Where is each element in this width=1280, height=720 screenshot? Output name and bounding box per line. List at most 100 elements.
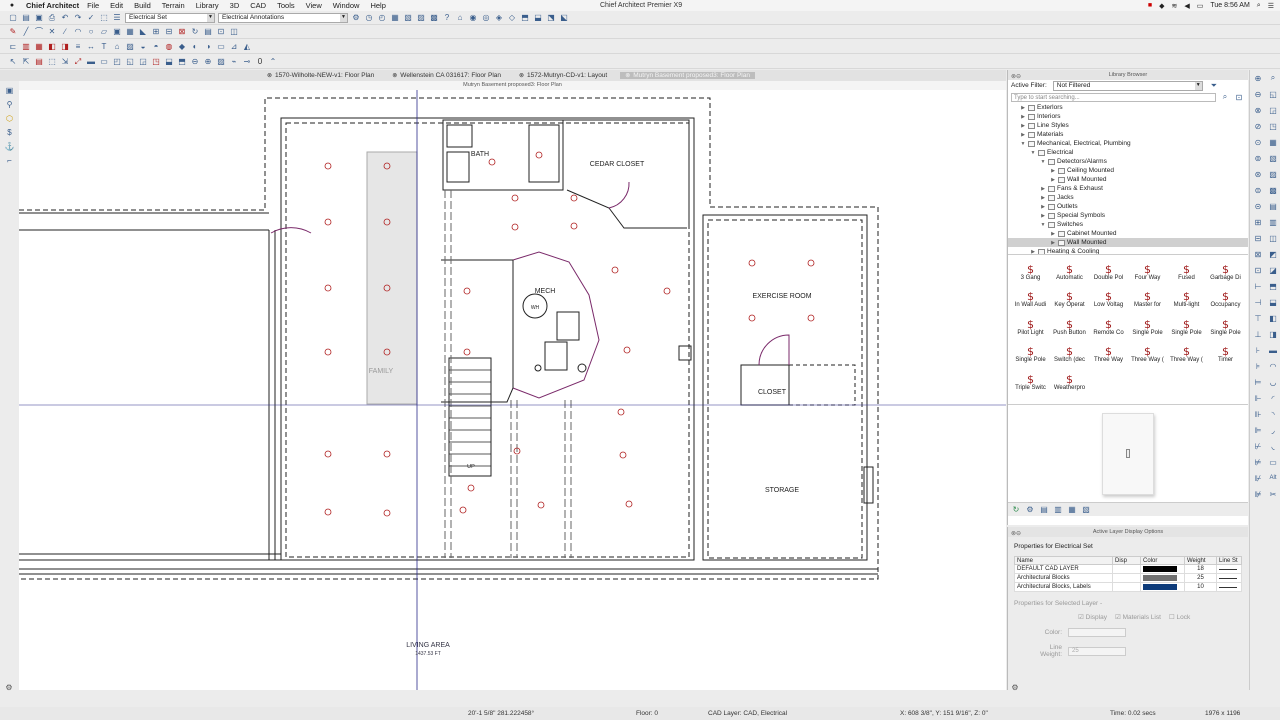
tree-item[interactable]: ▶ Outlets [1008, 202, 1248, 211]
tool-icon[interactable]: ◰ [112, 57, 122, 67]
drawing-canvas[interactable]: BATH CEDAR CLOSET MECH WH FAMILY EXERCIS… [19, 90, 1006, 690]
layer-color[interactable] [1140, 564, 1185, 574]
tool-icon[interactable]: ⬓ [164, 57, 174, 67]
cabinet-icon[interactable]: ▦ [34, 41, 44, 51]
lock-checkbox[interactable]: ☐ Lock [1169, 613, 1190, 621]
refresh-icon[interactable]: ↻ [190, 27, 200, 37]
tool-icon[interactable]: ⊞ [151, 27, 161, 37]
library-item[interactable]: $ Weatherpro [1050, 365, 1089, 393]
menu-file[interactable]: File [87, 1, 99, 10]
tool-icon[interactable]: ⊯ [1253, 489, 1263, 499]
menu-view[interactable]: View [306, 1, 322, 10]
open-icon[interactable]: ▤ [21, 13, 31, 23]
col-line-style[interactable]: Line St [1216, 556, 1242, 565]
folder-icon[interactable]: ▦ [1067, 505, 1077, 515]
library-item[interactable]: $ Three Way ( [1167, 338, 1206, 366]
tool-icon[interactable]: ⊞ [1253, 217, 1263, 227]
tree-item[interactable]: ▶ Interiors [1008, 112, 1248, 121]
tool-icon[interactable]: ⬚ [47, 57, 57, 67]
dimension-icon[interactable]: ↔ [86, 41, 96, 51]
library-item[interactable]: $3 Gang [1011, 255, 1050, 283]
tool-icon[interactable]: ▬ [1268, 345, 1278, 355]
dollar-icon[interactable]: $ [5, 127, 15, 137]
disclosure-triangle-icon[interactable]: ▼ [1030, 150, 1036, 156]
close-icon[interactable]: ⊗ [625, 72, 630, 79]
wifi-icon[interactable]: ≋ [1171, 2, 1177, 10]
layer-color[interactable] [1140, 582, 1185, 592]
disclosure-triangle-icon[interactable]: ▶ [1050, 177, 1056, 183]
library-item[interactable]: $ In Wall Audi [1011, 283, 1050, 311]
tool-icon[interactable]: ◈ [494, 13, 504, 23]
tool-icon[interactable]: ⊸ [242, 57, 252, 67]
tree-item[interactable]: ▶ Heating & Cooling [1008, 247, 1248, 255]
tool-icon[interactable]: ◱ [1268, 89, 1278, 99]
layer-line-style[interactable] [1216, 573, 1242, 583]
layer-weight[interactable]: 10 [1184, 582, 1217, 592]
pointer-icon[interactable]: ⇱ [21, 57, 31, 67]
tool-icon[interactable]: ◓ [151, 41, 161, 51]
home-icon[interactable]: ⌂ [455, 13, 465, 23]
tool-icon[interactable]: ⊠ [177, 27, 187, 37]
library-item[interactable]: $ Three Way [1089, 338, 1128, 366]
tree-item[interactable]: ▼ Switches [1008, 220, 1248, 229]
text-icon[interactable]: T [99, 41, 109, 51]
tool-icon[interactable]: ⚙ [351, 13, 361, 23]
tool-icon[interactable]: ✂ [1268, 489, 1278, 499]
materials-checkbox[interactable]: ☑ Materials List [1115, 613, 1161, 621]
tool-icon[interactable]: ⊨ [1253, 377, 1263, 387]
library-item[interactable]: $ Push Button [1050, 310, 1089, 338]
tool-icon[interactable]: ▨ [216, 57, 226, 67]
tool-icon[interactable]: ▧ [1268, 153, 1278, 163]
tree-item[interactable]: ▶ Cabinet Mounted [1008, 229, 1248, 238]
tree-item[interactable]: ▼ Mechanical, Electrical, Plumbing [1008, 139, 1248, 148]
volume-icon[interactable]: ◀ [1184, 2, 1189, 10]
chevron-up-icon[interactable]: ⌃ [268, 57, 278, 67]
library-item[interactable]: $ Occupancy [1206, 283, 1245, 311]
room-icon[interactable]: ▥ [21, 41, 31, 51]
library-item[interactable]: $ Single Pole [1206, 310, 1245, 338]
tool-icon[interactable]: ⊕ [203, 57, 213, 67]
layer-line-style[interactable] [1216, 564, 1242, 574]
x-icon[interactable]: ✕ [47, 27, 57, 37]
spellcheck-icon[interactable]: ✓ [86, 13, 96, 23]
tool-icon[interactable]: ◫ [229, 27, 239, 37]
tool-icon[interactable]: ◞ [1268, 425, 1278, 435]
pointer-icon[interactable]: ↖ [8, 57, 18, 67]
tool-icon[interactable]: ◴ [377, 13, 387, 23]
tool-icon[interactable]: ⊪ [1253, 409, 1263, 419]
stairs-icon[interactable]: ≡ [73, 41, 83, 51]
tool-icon[interactable]: ⌐ [5, 155, 15, 165]
menu-help[interactable]: Help [370, 1, 385, 10]
tool-icon[interactable]: ⊚ [1253, 153, 1263, 163]
tool-icon[interactable]: ▤ [1268, 201, 1278, 211]
layer-weight[interactable]: 18 [1184, 564, 1217, 574]
tool-icon[interactable]: ⬒ [1268, 281, 1278, 291]
layer-row[interactable]: Architectural Blocks, Labels 10 [1014, 582, 1242, 592]
record-icon[interactable]: ■ [1148, 2, 1152, 9]
filter-icon[interactable]: ⏷ [1209, 81, 1219, 91]
tool-icon[interactable]: ◭ [242, 41, 252, 51]
library-item[interactable]: $ Single Pole [1167, 310, 1206, 338]
library-item[interactable]: $ Automatic [1050, 255, 1089, 283]
disclosure-triangle-icon[interactable]: ▶ [1020, 132, 1026, 138]
tool-icon[interactable]: ◐ [190, 41, 200, 51]
close-icon[interactable]: ⊗ [519, 72, 524, 79]
tool-icon[interactable]: ▬ [86, 57, 96, 67]
layer-disp[interactable] [1112, 564, 1141, 574]
library-item[interactable]: $ Multi-light [1167, 283, 1206, 311]
library-item[interactable]: $ Key Operat [1050, 283, 1089, 311]
gear-icon[interactable]: ⚙ [4, 682, 14, 692]
tree-item[interactable]: ▶ Wall Mounted [1008, 238, 1248, 247]
disclosure-triangle-icon[interactable]: ▼ [1040, 159, 1046, 165]
save-icon[interactable]: ▣ [34, 13, 44, 23]
gear-icon[interactable]: ⚙ [1010, 682, 1020, 692]
tool-icon[interactable]: ◍ [164, 41, 174, 51]
menu-window[interactable]: Window [333, 1, 360, 10]
tool-icon[interactable]: ⊭ [1253, 457, 1263, 467]
layer-row[interactable]: DEFAULT CAD LAYER 18 [1014, 564, 1242, 574]
disclosure-triangle-icon[interactable]: ▶ [1030, 249, 1036, 255]
tool-icon[interactable]: ⬕ [559, 13, 569, 23]
tool-icon[interactable]: ▣ [112, 27, 122, 37]
tool-icon[interactable]: ▦ [1268, 137, 1278, 147]
disclosure-triangle-icon[interactable]: ▼ [1020, 141, 1026, 147]
